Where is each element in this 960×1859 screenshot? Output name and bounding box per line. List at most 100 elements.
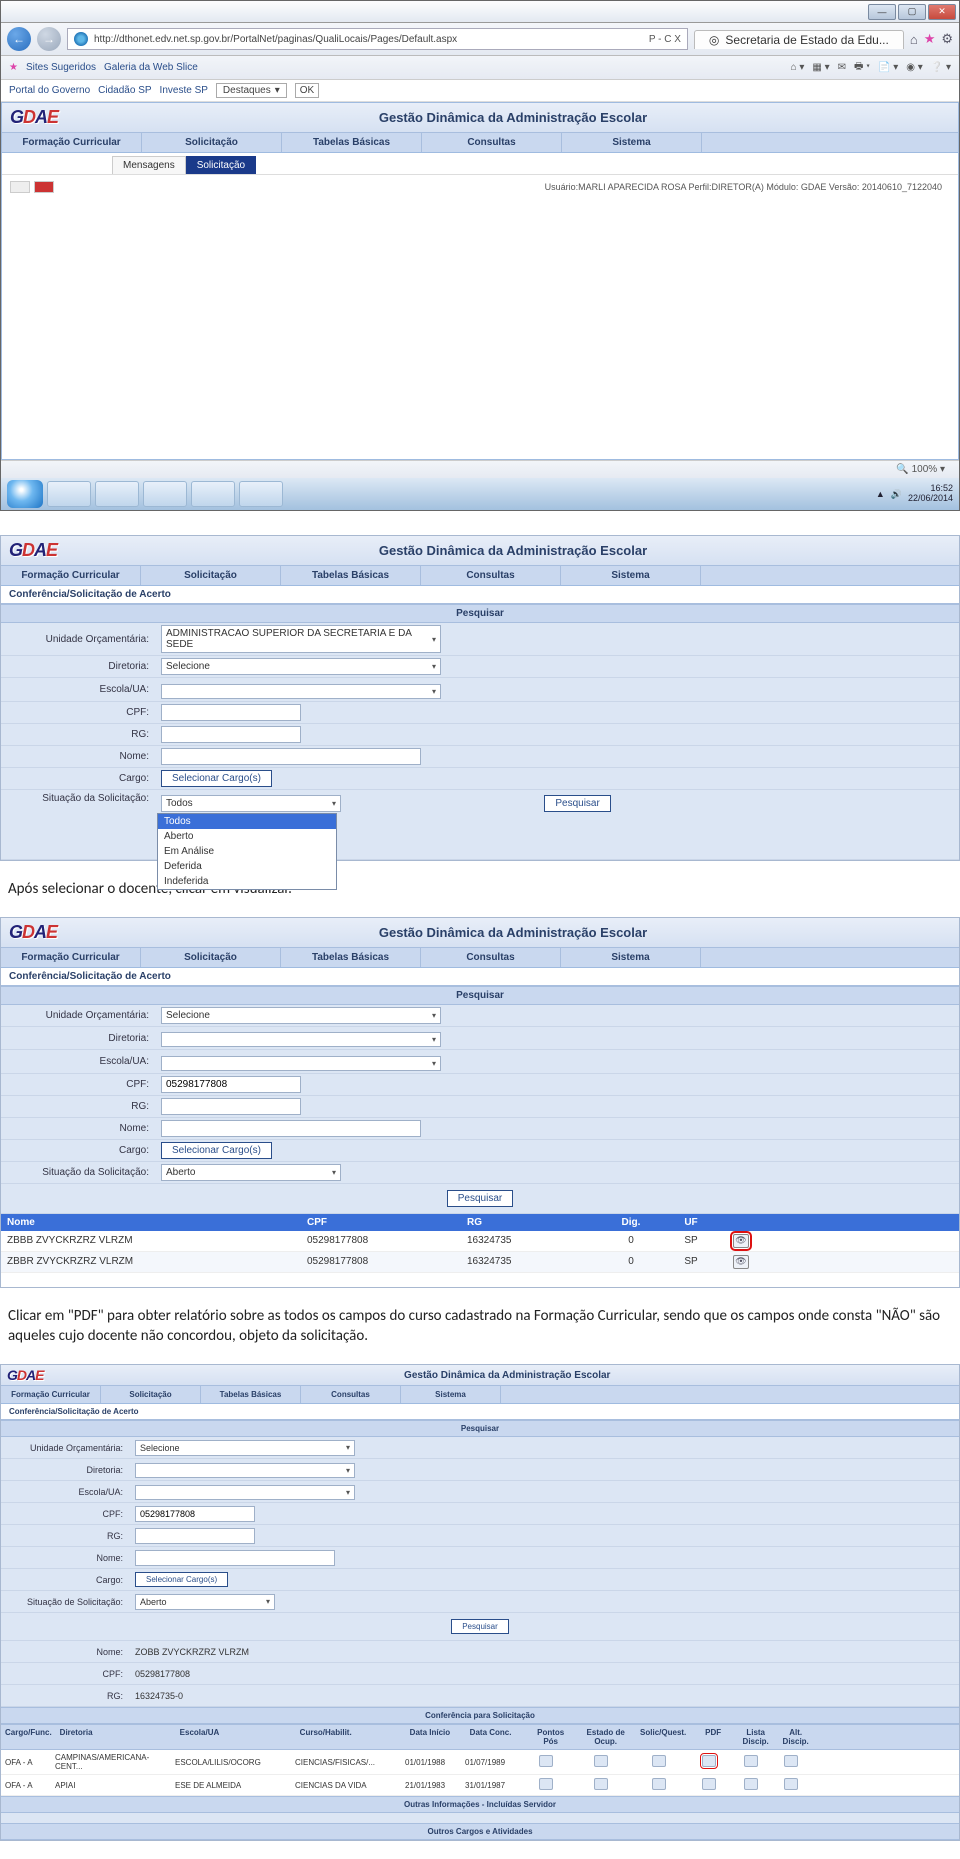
tray-network-icon[interactable]: 🔊 xyxy=(891,489,902,500)
forward-button[interactable]: → xyxy=(37,27,61,51)
select-escola[interactable]: ▾ xyxy=(161,684,441,699)
link-investe-sp[interactable]: Investe SP xyxy=(160,85,208,96)
select-uo[interactable]: Selecione▾ xyxy=(135,1440,355,1456)
star-icon[interactable]: ★ xyxy=(924,31,936,47)
toolbar-print-icon[interactable]: 🖶 ▾ xyxy=(854,59,870,76)
select-uo[interactable]: ADMINISTRACAO SUPERIOR DA SECRETARIA E D… xyxy=(161,625,441,653)
pdf-icon[interactable] xyxy=(702,1755,716,1767)
select-situacao[interactable]: Aberto▾ xyxy=(161,1164,341,1181)
address-bar[interactable]: http://dthonet.edv.net.sp.gov.br/PortalN… xyxy=(67,28,688,50)
list-icon[interactable] xyxy=(744,1755,758,1767)
link-cidadao-sp[interactable]: Cidadão SP xyxy=(98,85,151,96)
selecionar-cargo-button[interactable]: Selecionar Cargo(s) xyxy=(161,1142,272,1159)
select-uo[interactable]: Selecione▾ xyxy=(161,1007,441,1024)
menu-tabelas[interactable]: Tabelas Básicas xyxy=(281,948,421,967)
destaques-dropdown[interactable]: Destaques ▾ xyxy=(216,83,287,98)
pesquisar-button[interactable]: Pesquisar xyxy=(544,795,610,812)
menu-consultas[interactable]: Consultas xyxy=(421,948,561,967)
icon-solic[interactable] xyxy=(652,1755,666,1767)
maximize-button[interactable]: ▢ xyxy=(898,4,926,20)
task-explorer[interactable] xyxy=(95,481,139,507)
ok-button[interactable]: OK xyxy=(295,83,319,98)
input-cpf[interactable] xyxy=(135,1506,255,1522)
input-nome[interactable] xyxy=(135,1550,335,1566)
input-rg[interactable] xyxy=(135,1528,255,1544)
toolbar-feed-icon[interactable]: ▦ ▾ xyxy=(812,62,829,73)
pesquisar-button[interactable]: Pesquisar xyxy=(451,1619,509,1634)
tray-flag-icon[interactable]: ▲ xyxy=(876,489,885,499)
task-folder[interactable] xyxy=(143,481,187,507)
pdf-icon[interactable] xyxy=(702,1778,716,1790)
menu-sistema[interactable]: Sistema xyxy=(561,948,701,967)
fav-web-slice-gallery[interactable]: Galeria da Web Slice xyxy=(104,62,198,73)
fav-suggested-sites[interactable]: Sites Sugeridos xyxy=(26,62,96,73)
menu-formacao[interactable]: Formação Curricular xyxy=(1,1386,101,1403)
menu-tabelas[interactable]: Tabelas Básicas xyxy=(201,1386,301,1403)
menu-formacao[interactable]: Formação Curricular xyxy=(1,566,141,585)
input-nome[interactable] xyxy=(161,748,421,765)
selecionar-cargo-button[interactable]: Selecionar Cargo(s) xyxy=(135,1572,228,1587)
back-button[interactable]: ← xyxy=(7,27,31,51)
menu-formacao[interactable]: Formação Curricular xyxy=(1,948,141,967)
pesquisar-button[interactable]: Pesquisar xyxy=(447,1190,513,1207)
menu-formacao[interactable]: Formação Curricular xyxy=(2,133,142,152)
link-portal-governo[interactable]: Portal do Governo xyxy=(9,85,90,96)
select-escola[interactable]: ▾ xyxy=(135,1485,355,1500)
icon-pos[interactable] xyxy=(539,1755,553,1767)
input-rg[interactable] xyxy=(161,726,301,743)
dd-option-deferida[interactable]: Deferida xyxy=(158,859,336,874)
alt-icon[interactable] xyxy=(784,1755,798,1767)
input-cpf[interactable] xyxy=(161,1076,301,1093)
menu-consultas[interactable]: Consultas xyxy=(422,133,562,152)
icon-pos[interactable] xyxy=(539,1778,553,1790)
zoom-indicator[interactable]: 🔍 100% ▾ xyxy=(896,464,945,475)
menu-sistema[interactable]: Sistema xyxy=(401,1386,501,1403)
menu-sistema[interactable]: Sistema xyxy=(562,133,702,152)
menu-solicitacao[interactable]: Solicitação xyxy=(101,1386,201,1403)
close-button[interactable]: ✕ xyxy=(928,4,956,20)
start-button[interactable] xyxy=(7,480,43,508)
browser-tab[interactable]: ◎ Secretaria de Estado da Edu... xyxy=(694,30,904,49)
alt-icon[interactable] xyxy=(784,1778,798,1790)
toolbar-tools-icon[interactable]: ❔ ▾ xyxy=(931,62,951,73)
dd-option-analise[interactable]: Em Análise xyxy=(158,844,336,859)
select-situacao[interactable]: Aberto▾ xyxy=(135,1594,275,1610)
input-cpf[interactable] xyxy=(161,704,301,721)
menu-tabelas[interactable]: Tabelas Básicas xyxy=(281,566,421,585)
toolbar-mail-icon[interactable]: ✉ xyxy=(838,62,846,73)
menu-solicitacao[interactable]: Solicitação xyxy=(141,566,281,585)
menu-sistema[interactable]: Sistema xyxy=(561,566,701,585)
select-diretoria[interactable]: ▾ xyxy=(161,1032,441,1047)
list-icon[interactable] xyxy=(744,1778,758,1790)
dd-option-indeferida[interactable]: Indeferida xyxy=(158,874,336,889)
icon-estado[interactable] xyxy=(594,1778,608,1790)
subtab-mensagens[interactable]: Mensagens xyxy=(112,156,186,174)
home-icon[interactable]: ⌂ xyxy=(910,32,918,47)
dd-option-todos[interactable]: Todos xyxy=(158,814,336,829)
taskbar-clock[interactable]: 16:52 22/06/2014 xyxy=(908,484,953,504)
subtab-solicitacao[interactable]: Solicitação xyxy=(186,156,256,174)
menu-consultas[interactable]: Consultas xyxy=(421,566,561,585)
task-word[interactable] xyxy=(191,481,235,507)
icon-solic[interactable] xyxy=(652,1778,666,1790)
menu-tabelas[interactable]: Tabelas Básicas xyxy=(282,133,422,152)
select-escola[interactable]: ▾ xyxy=(161,1056,441,1071)
toolbar-house-icon[interactable]: ⌂ ▾ xyxy=(791,62,805,73)
select-diretoria[interactable]: Selecione▾ xyxy=(161,658,441,675)
view-icon[interactable]: 👁 xyxy=(733,1234,749,1248)
task-app[interactable] xyxy=(239,481,283,507)
menu-solicitacao[interactable]: Solicitação xyxy=(141,948,281,967)
selecionar-cargo-button[interactable]: Selecionar Cargo(s) xyxy=(161,770,272,787)
dd-option-aberto[interactable]: Aberto xyxy=(158,829,336,844)
gear-icon[interactable]: ⚙ xyxy=(941,31,953,47)
task-ie[interactable] xyxy=(47,481,91,507)
select-diretoria[interactable]: ▾ xyxy=(135,1463,355,1478)
input-rg[interactable] xyxy=(161,1098,301,1115)
icon-estado[interactable] xyxy=(594,1755,608,1767)
minimize-button[interactable]: — xyxy=(868,4,896,20)
select-situacao[interactable]: Todos▾ xyxy=(161,795,341,812)
toolbar-safety-icon[interactable]: ◉ ▾ xyxy=(906,62,923,73)
menu-solicitacao[interactable]: Solicitação xyxy=(142,133,282,152)
toolbar-page-icon[interactable]: 📄 ▾ xyxy=(878,62,898,73)
view-icon[interactable]: 👁 xyxy=(733,1255,749,1269)
